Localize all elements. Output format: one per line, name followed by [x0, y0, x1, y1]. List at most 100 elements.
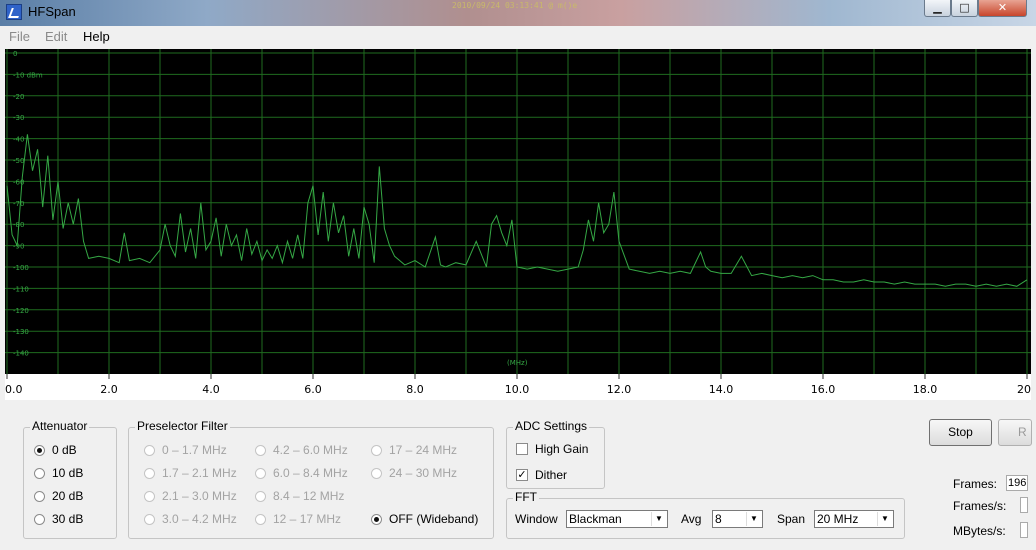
y-tick-label: -10 dBm	[13, 71, 43, 79]
radio-icon[interactable]	[255, 490, 266, 502]
x-tick-label: 16.0	[811, 383, 836, 396]
attenuator-option-0db[interactable]: 0 dB	[34, 443, 77, 457]
dither-label: Dither	[535, 468, 568, 482]
preselector-option-label: 17 – 24 MHz	[389, 443, 458, 457]
x-tick-label: 18.0	[913, 383, 938, 396]
x-tick-label: 10.0	[505, 383, 530, 396]
span-label: Span	[777, 512, 806, 526]
maximize-button[interactable]: □	[951, 0, 978, 17]
checkbox-icon[interactable]	[516, 443, 528, 455]
radio-icon[interactable]	[144, 467, 155, 479]
adc-settings-title: ADC Settings	[513, 419, 590, 433]
attenuator-option-20db[interactable]: 20 dB	[34, 489, 83, 503]
frames-value: 196	[1006, 475, 1028, 491]
high-gain-checkbox[interactable]: High Gain	[516, 442, 588, 456]
attenuator-option-30db[interactable]: 30 dB	[34, 512, 83, 526]
app-icon	[6, 4, 22, 20]
y-tick-label: -30	[13, 114, 24, 122]
mbytes-per-second-label: MBytes/s:	[953, 524, 1006, 538]
menu-bar: File Edit Help	[0, 26, 1036, 47]
preselector-option[interactable]: 8.4 – 12 MHz	[255, 489, 344, 503]
window-select-value: Blackman	[569, 512, 622, 526]
y-tick-label: -110	[13, 285, 29, 293]
plot-area	[5, 49, 1031, 374]
radio-icon[interactable]	[371, 444, 382, 456]
radio-icon[interactable]	[144, 490, 155, 502]
preselector-title: Preselector Filter	[135, 419, 230, 433]
menu-edit[interactable]: Edit	[45, 29, 67, 44]
y-tick-label: -90	[13, 243, 24, 251]
avg-select-value: 8	[715, 512, 722, 526]
y-tick-label: -120	[13, 307, 29, 315]
attenuator-option-10db[interactable]: 10 dB	[34, 466, 83, 480]
preselector-option[interactable]: 24 – 30 MHz	[371, 466, 457, 480]
radio-icon[interactable]	[255, 513, 266, 525]
preselector-option[interactable]: 12 – 17 MHz	[255, 512, 341, 526]
radio-icon[interactable]	[255, 444, 266, 456]
avg-label: Avg	[681, 512, 702, 526]
x-tick-label: 20	[1017, 383, 1031, 396]
x-axis-unit-label: (MHz)	[507, 359, 528, 367]
radio-selected-icon[interactable]	[34, 444, 45, 456]
chevron-down-icon[interactable]: ▼	[877, 512, 892, 526]
preselector-option-label: 3.0 – 4.2 MHz	[162, 512, 237, 526]
checkbox-checked-icon[interactable]: ✓	[516, 469, 528, 481]
window-select[interactable]: Blackman ▼	[566, 510, 668, 528]
y-tick-label: 0	[13, 50, 17, 58]
radio-icon[interactable]	[34, 513, 45, 525]
preselector-option[interactable]: 17 – 24 MHz	[371, 443, 457, 457]
y-tick-label: -70	[13, 200, 24, 208]
attenuator-option-label: 10 dB	[52, 466, 84, 480]
menu-file[interactable]: File	[9, 29, 30, 44]
span-select-value: 20 MHz	[817, 512, 859, 526]
menu-help[interactable]: Help	[83, 29, 110, 44]
radio-icon[interactable]	[144, 444, 155, 456]
radio-icon[interactable]	[371, 467, 382, 479]
span-select[interactable]: 20 MHz ▼	[814, 510, 894, 528]
preselector-option-wideband[interactable]: OFF (Wideband)	[371, 512, 478, 526]
fft-group: FFT Window Blackman ▼ Avg 8 ▼ Span 20 MHz ▼	[506, 490, 905, 539]
preselector-option[interactable]: 0 – 1.7 MHz	[144, 443, 227, 457]
high-gain-label: High Gain	[535, 442, 589, 456]
preselector-option-label: OFF (Wideband)	[389, 512, 479, 526]
y-tick-label: -50	[13, 157, 24, 165]
y-tick-label: -60	[13, 178, 24, 186]
minimize-button[interactable]: ▁	[924, 0, 951, 17]
title-bar[interactable]: HFSpan 2010/09/24 03:13:41 @ m()e ▁ □ ✕	[0, 0, 1036, 26]
background-timestamp: 2010/09/24 03:13:41 @ m()e	[452, 1, 578, 10]
preselector-option-label: 8.4 – 12 MHz	[273, 489, 345, 503]
attenuator-group: Attenuator 0 dB 10 dB 20 dB 30 dB	[23, 419, 117, 539]
preselector-filter-group: Preselector Filter 0 – 1.7 MHz 1.7 – 2.1…	[128, 419, 494, 539]
y-tick-label: -140	[13, 350, 29, 358]
window-title: HFSpan	[28, 4, 76, 19]
dither-checkbox[interactable]: ✓ Dither	[516, 468, 567, 482]
preselector-option-label: 0 – 1.7 MHz	[162, 443, 227, 457]
preselector-option[interactable]: 6.0 – 8.4 MHz	[255, 466, 348, 480]
close-button[interactable]: ✕	[978, 0, 1027, 17]
fft-title: FFT	[513, 490, 539, 504]
stop-button[interactable]: Stop	[929, 419, 992, 446]
r-button[interactable]: R	[998, 419, 1032, 446]
attenuator-option-label: 30 dB	[52, 512, 84, 526]
app-window: HFSpan 2010/09/24 03:13:41 @ m()e ▁ □ ✕ …	[0, 0, 1036, 550]
spectrum-plot[interactable]: 0-10 dBm-20-30-40-50-60-70-80-90-100-110…	[5, 49, 1031, 400]
x-tick-label: 14.0	[709, 383, 734, 396]
attenuator-title: Attenuator	[30, 419, 90, 433]
radio-icon[interactable]	[34, 467, 45, 479]
radio-icon[interactable]	[144, 513, 155, 525]
preselector-option[interactable]: 4.2 – 6.0 MHz	[255, 443, 348, 457]
window-label: Window	[515, 512, 558, 526]
preselector-option[interactable]: 3.0 – 4.2 MHz	[144, 512, 237, 526]
radio-selected-icon[interactable]	[371, 513, 382, 525]
preselector-option-label: 1.7 – 2.1 MHz	[162, 466, 237, 480]
chevron-down-icon[interactable]: ▼	[651, 512, 666, 526]
preselector-option-label: 12 – 17 MHz	[273, 512, 342, 526]
radio-icon[interactable]	[34, 490, 45, 502]
y-tick-label: -130	[13, 328, 29, 336]
chevron-down-icon[interactable]: ▼	[746, 512, 761, 526]
preselector-option[interactable]: 1.7 – 2.1 MHz	[144, 466, 237, 480]
preselector-option[interactable]: 2.1 – 3.0 MHz	[144, 489, 237, 503]
attenuator-option-label: 20 dB	[52, 489, 84, 503]
radio-icon[interactable]	[255, 467, 266, 479]
avg-select[interactable]: 8 ▼	[712, 510, 763, 528]
